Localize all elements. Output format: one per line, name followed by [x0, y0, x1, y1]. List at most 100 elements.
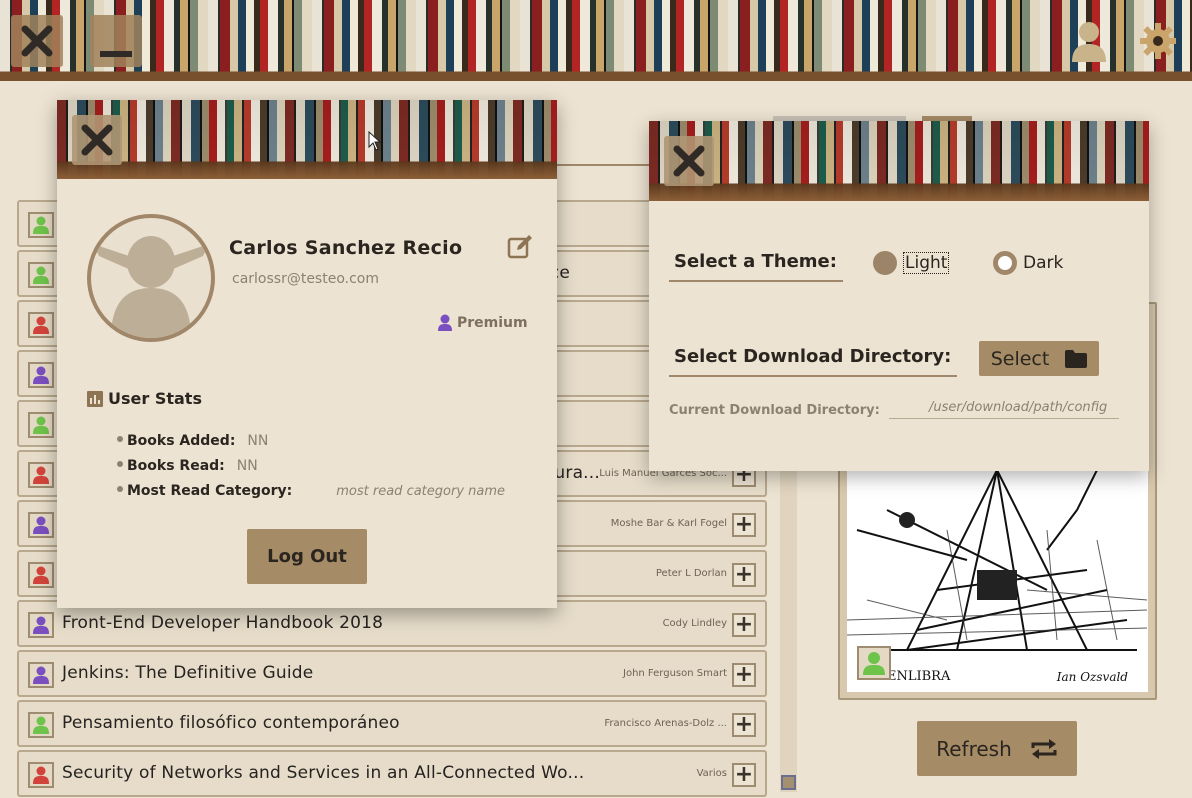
cover-author: Ian Ozsvald: [1056, 670, 1128, 684]
book-row[interactable]: Security of Networks and Services in an …: [17, 750, 767, 797]
user-icon: [33, 616, 49, 634]
theme-option-label: Light: [903, 252, 950, 274]
current-dir-value: /user/download/path/config: [889, 397, 1119, 419]
refresh-label: Refresh: [936, 736, 1012, 761]
user-icon: [33, 216, 49, 234]
add-book-button[interactable]: +: [732, 713, 756, 737]
refresh-button[interactable]: Refresh: [917, 721, 1077, 776]
theme-option-light[interactable]: Light: [873, 251, 950, 275]
add-book-button[interactable]: +: [732, 763, 756, 787]
settings-button[interactable]: [1135, 18, 1181, 64]
category-badge: [857, 646, 891, 680]
theme-label: Select a Theme:: [669, 251, 843, 282]
book-title: Security of Networks and Services in an …: [62, 763, 585, 783]
user-icon: [438, 314, 452, 331]
book-row[interactable]: Pensamiento filosófico contemporáneo Fran…: [17, 700, 767, 747]
profile-banner: [57, 100, 557, 179]
cover-publisher: ENLIBRA: [887, 669, 951, 684]
stat-label: Most Read Category:: [127, 483, 293, 499]
category-badge: [28, 212, 54, 238]
user-icon: [33, 766, 49, 784]
avatar[interactable]: [87, 214, 215, 342]
book-author: Peter L Dorlan: [655, 568, 727, 579]
add-book-button[interactable]: +: [732, 613, 756, 637]
download-dir-label: Select Download Directory:: [669, 346, 958, 377]
add-book-button[interactable]: +: [732, 663, 756, 687]
stat-books-read: Books Read: NN: [117, 458, 258, 474]
category-badge: [28, 662, 54, 688]
bullet-icon: [117, 461, 123, 467]
logout-button[interactable]: Log Out: [247, 529, 367, 584]
close-profile-button[interactable]: [72, 115, 122, 165]
minimize-icon: [100, 51, 132, 57]
user-icon: [33, 266, 49, 284]
list-scrollbar-thumb[interactable]: [781, 775, 796, 790]
user-icon: [33, 466, 49, 484]
refresh-icon: [1031, 738, 1057, 759]
category-badge: [28, 362, 54, 388]
user-stats-title: User Stats: [108, 389, 202, 408]
edit-profile-button[interactable]: [507, 234, 533, 260]
theme-option-label: Dark: [1023, 253, 1064, 273]
close-icon: [21, 25, 53, 57]
user-icon: [33, 666, 49, 684]
theme-option-dark[interactable]: Dark: [993, 251, 1063, 275]
category-badge: [28, 562, 54, 588]
yoda-avatar-icon: [93, 236, 209, 338]
add-book-button[interactable]: +: [732, 513, 756, 537]
radio-selected-icon: [873, 251, 897, 275]
add-book-button[interactable]: +: [732, 563, 756, 587]
stat-most-read-category: Most Read Category: most read category n…: [117, 483, 505, 499]
category-badge: [28, 312, 54, 338]
select-directory-button[interactable]: Select: [979, 341, 1099, 376]
category-badge: [28, 262, 54, 288]
category-badge: [28, 462, 54, 488]
category-badge: [28, 762, 54, 788]
category-badge: [28, 412, 54, 438]
minimize-app-button[interactable]: [90, 15, 142, 67]
book-author: Cody Lindley: [662, 618, 727, 629]
stat-value: NN: [247, 433, 269, 449]
user-icon: [33, 366, 49, 384]
category-badge: [28, 512, 54, 538]
divider-line: [557, 164, 649, 166]
user-icon: [33, 316, 49, 334]
category-badge: [28, 612, 54, 638]
close-app-button[interactable]: [11, 15, 63, 67]
close-icon: [81, 124, 113, 156]
book-author: Francisco Arenas-Dolz ...: [604, 718, 727, 729]
plan-label: Premium: [457, 314, 528, 331]
cover-footer: ENLIBRA Ian Ozsvald: [847, 660, 1148, 684]
bullet-icon: [117, 486, 123, 492]
edit-icon: [507, 235, 532, 259]
profile-button[interactable]: [1066, 18, 1112, 64]
profile-email: carlossr@testeo.com: [232, 271, 379, 287]
current-dir-label: Current Download Directory:: [669, 403, 880, 418]
user-icon: [33, 566, 49, 584]
bullet-icon: [117, 436, 123, 442]
book-author: John Ferguson Smart: [623, 668, 727, 679]
book-title: Jenkins: The Definitive Guide: [62, 663, 314, 683]
stat-value: NN: [236, 458, 258, 474]
book-cover[interactable]: ENLIBRA Ian Ozsvald: [847, 470, 1148, 692]
category-badge: [28, 712, 54, 738]
user-icon: [33, 516, 49, 534]
folder-icon: [1065, 349, 1088, 368]
plan-badge: Premium: [437, 314, 528, 331]
user-stats-heading: User Stats: [87, 389, 202, 408]
header-banner: [0, 0, 1192, 81]
catapult-illustration: [847, 470, 1148, 651]
gear-icon: [1140, 23, 1176, 59]
radio-unselected-icon: [993, 251, 1017, 275]
book-title: Pensamiento filosófico contemporáneo: [62, 713, 400, 733]
book-title-tail: ura...: [554, 463, 600, 483]
close-settings-button[interactable]: [664, 136, 714, 186]
bar-chart-icon: [87, 390, 103, 407]
settings-modal: Select a Theme: Light Dark Select Downlo…: [649, 121, 1149, 471]
user-icon: [33, 716, 49, 734]
settings-banner: [649, 121, 1149, 201]
book-row[interactable]: Jenkins: The Definitive Guide John Fergus…: [17, 650, 767, 697]
stat-label: Books Added:: [127, 433, 236, 449]
user-icon: [1072, 22, 1106, 62]
book-title: Front-End Developer Handbook 2018: [62, 613, 384, 633]
